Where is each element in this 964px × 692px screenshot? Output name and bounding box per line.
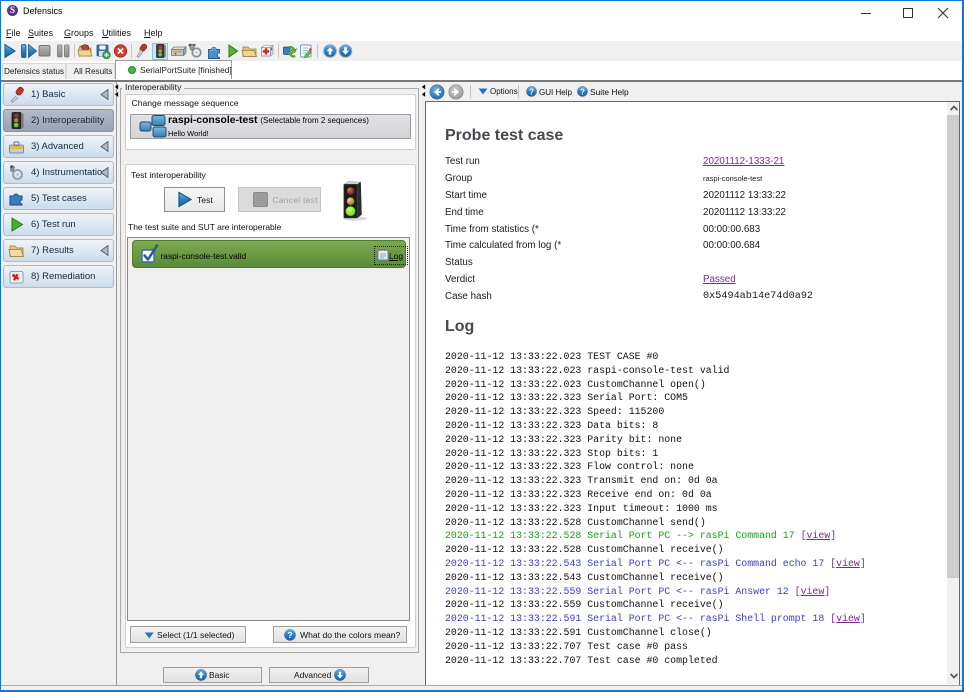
svg-text:?: ?	[287, 630, 292, 640]
svg-text:?: ?	[529, 87, 534, 96]
svg-text:?: ?	[580, 87, 585, 96]
